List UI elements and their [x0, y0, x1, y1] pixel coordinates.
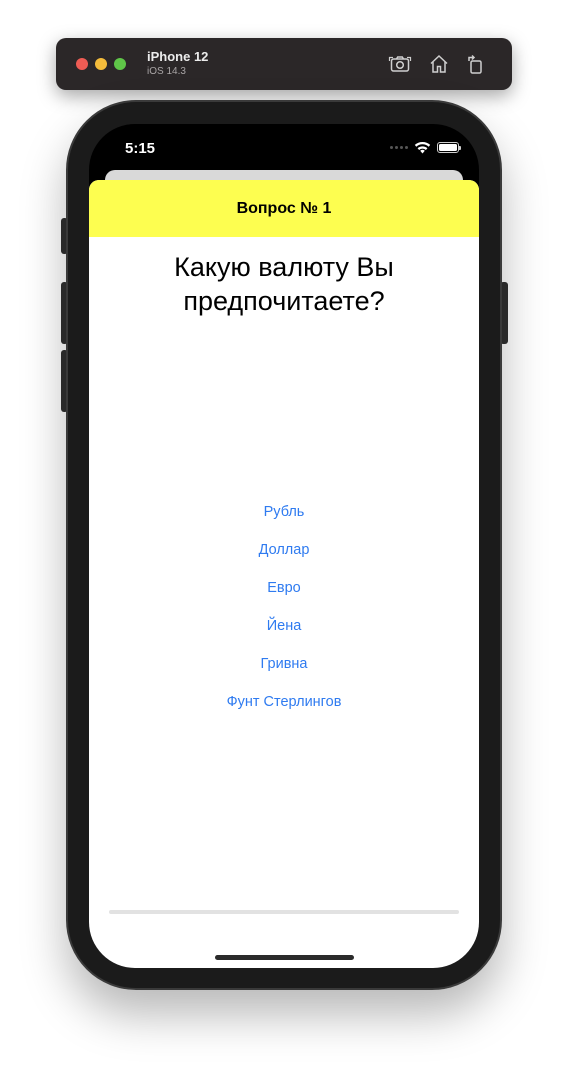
- simulator-title-bar: iPhone 12 iOS 14.3: [56, 38, 512, 90]
- zoom-window-button[interactable]: [114, 58, 126, 70]
- answer-button-jpy[interactable]: Йена: [89, 614, 479, 652]
- home-icon[interactable]: [427, 52, 451, 76]
- question-line-1: Какую валюту Вы: [174, 252, 394, 282]
- answer-button-uah[interactable]: Гривна: [89, 652, 479, 690]
- notch: [178, 124, 388, 156]
- phone-screen: 5:15 Вопрос № 1 Какую валюту Вы предпочи…: [89, 124, 479, 968]
- answer-list: Рубль Доллар Евро Йена Гривна Фунт Стерл…: [89, 500, 479, 728]
- battery-icon: [437, 141, 461, 153]
- question-sheet: Вопрос № 1 Какую валюту Вы предпочитаете…: [89, 180, 479, 968]
- progress-bar: [109, 910, 459, 914]
- answer-button-eur[interactable]: Евро: [89, 576, 479, 614]
- answer-button-gbp[interactable]: Фунт Стерлингов: [89, 690, 479, 728]
- nav-title: Вопрос № 1: [236, 200, 332, 217]
- minimize-window-button[interactable]: [95, 58, 107, 70]
- camera-icon[interactable]: [388, 52, 412, 76]
- wifi-icon: [414, 141, 431, 153]
- screenshot-stage: iPhone 12 iOS 14.3 5:15 Вопрос № 1 Какую…: [0, 0, 568, 1066]
- navigation-bar: Вопрос № 1: [89, 180, 479, 237]
- signal-icon: [390, 145, 408, 149]
- answer-button-usd[interactable]: Доллар: [89, 538, 479, 576]
- question-line-2: предпочитаете?: [183, 286, 385, 316]
- os-version: iOS 14.3: [147, 66, 186, 77]
- status-time: 5:15: [125, 140, 156, 157]
- close-window-button[interactable]: [76, 58, 88, 70]
- status-icons: [390, 140, 461, 154]
- home-indicator[interactable]: [215, 955, 354, 960]
- device-name: iPhone 12: [147, 49, 209, 64]
- question-text: Какую валюту Вы предпочитаете?: [89, 250, 479, 318]
- answer-button-rub[interactable]: Рубль: [89, 500, 479, 538]
- rotate-icon[interactable]: [463, 52, 487, 76]
